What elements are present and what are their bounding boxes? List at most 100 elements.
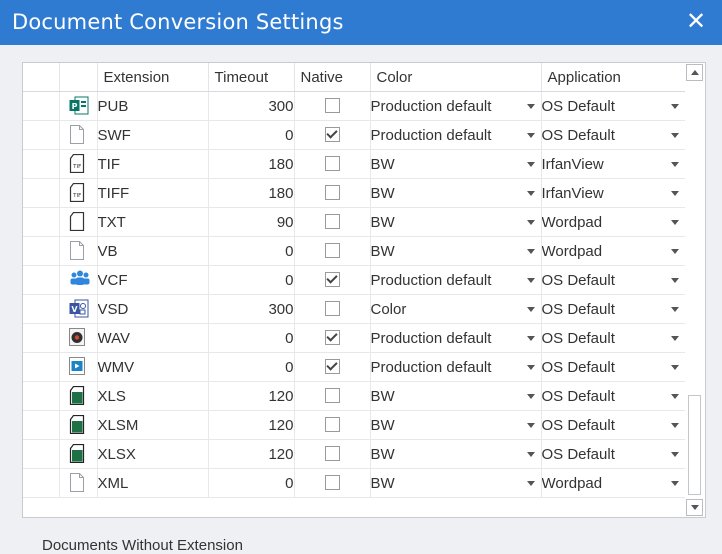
native-cell[interactable]: [294, 207, 371, 237]
column-header-extension[interactable]: Extension: [97, 63, 209, 92]
timeout-cell[interactable]: 120: [208, 381, 295, 411]
color-dropdown[interactable]: Production default: [370, 91, 542, 121]
table-row[interactable]: XML 0 BW Wordpad: [23, 468, 686, 498]
chevron-down-icon[interactable]: [670, 394, 679, 399]
timeout-cell[interactable]: 90: [208, 207, 295, 237]
native-checkbox[interactable]: [324, 214, 340, 230]
native-checkbox[interactable]: [324, 156, 340, 172]
chevron-down-icon[interactable]: [670, 249, 679, 254]
chevron-down-icon[interactable]: [670, 336, 679, 341]
native-checkbox[interactable]: [324, 185, 340, 201]
column-header-color[interactable]: Color: [370, 63, 542, 92]
application-dropdown[interactable]: OS Default: [541, 294, 686, 324]
row-indicator[interactable]: [23, 323, 60, 353]
scroll-up-button[interactable]: [686, 64, 703, 81]
native-checkbox[interactable]: [324, 475, 340, 491]
chevron-down-icon[interactable]: [526, 104, 535, 109]
row-indicator[interactable]: [23, 439, 60, 469]
color-dropdown[interactable]: Production default: [370, 265, 542, 295]
native-cell[interactable]: [294, 410, 371, 440]
timeout-cell[interactable]: 300: [208, 294, 295, 324]
table-row[interactable]: SWF 0 Production default OS Default: [23, 120, 686, 150]
table-row[interactable]: VB 0 BW Wordpad: [23, 236, 686, 266]
native-cell[interactable]: [294, 439, 371, 469]
scroll-down-button[interactable]: [686, 499, 703, 516]
color-dropdown[interactable]: BW: [370, 236, 542, 266]
chevron-down-icon[interactable]: [670, 307, 679, 312]
scrollbar-thumb[interactable]: [688, 395, 701, 495]
extension-cell[interactable]: PUB: [97, 91, 209, 121]
timeout-cell[interactable]: 0: [208, 352, 295, 382]
native-cell[interactable]: [294, 91, 371, 121]
timeout-cell[interactable]: 0: [208, 265, 295, 295]
application-dropdown[interactable]: OS Default: [541, 381, 686, 411]
chevron-down-icon[interactable]: [670, 162, 679, 167]
native-checkbox[interactable]: [324, 330, 340, 346]
extension-cell[interactable]: VCF: [97, 265, 209, 295]
chevron-down-icon[interactable]: [526, 162, 535, 167]
color-dropdown[interactable]: BW: [370, 207, 542, 237]
chevron-down-icon[interactable]: [526, 452, 535, 457]
extension-cell[interactable]: TIF: [97, 149, 209, 179]
application-dropdown[interactable]: IrfanView: [541, 178, 686, 208]
native-checkbox[interactable]: [324, 388, 340, 404]
table-row[interactable]: XLSX 120 BW OS Default: [23, 439, 686, 469]
application-dropdown[interactable]: Wordpad: [541, 468, 686, 498]
chevron-down-icon[interactable]: [526, 249, 535, 254]
chevron-down-icon[interactable]: [670, 365, 679, 370]
table-row[interactable]: WMV 0 Production default OS Default: [23, 352, 686, 382]
native-checkbox[interactable]: [324, 98, 340, 114]
table-row[interactable]: TXT 90 BW Wordpad: [23, 207, 686, 237]
timeout-cell[interactable]: 180: [208, 178, 295, 208]
extension-cell[interactable]: WMV: [97, 352, 209, 382]
chevron-down-icon[interactable]: [526, 365, 535, 370]
native-cell[interactable]: [294, 236, 371, 266]
chevron-down-icon[interactable]: [670, 278, 679, 283]
application-dropdown[interactable]: OS Default: [541, 91, 686, 121]
color-dropdown[interactable]: Production default: [370, 352, 542, 382]
extension-cell[interactable]: XML: [97, 468, 209, 498]
close-icon[interactable]: ✕: [684, 9, 708, 33]
extension-cell[interactable]: XLSM: [97, 410, 209, 440]
timeout-cell[interactable]: 0: [208, 323, 295, 353]
vertical-scrollbar[interactable]: [685, 63, 705, 517]
application-dropdown[interactable]: OS Default: [541, 120, 686, 150]
extension-cell[interactable]: TXT: [97, 207, 209, 237]
native-checkbox[interactable]: [324, 359, 340, 375]
table-row[interactable]: VCF 0 Production default OS Default: [23, 265, 686, 295]
table-row[interactable]: TIF TIF 180 BW IrfanView: [23, 149, 686, 179]
row-indicator[interactable]: [23, 410, 60, 440]
chevron-down-icon[interactable]: [670, 423, 679, 428]
timeout-cell[interactable]: 0: [208, 236, 295, 266]
application-dropdown[interactable]: OS Default: [541, 410, 686, 440]
native-cell[interactable]: [294, 149, 371, 179]
row-indicator[interactable]: [23, 352, 60, 382]
row-indicator[interactable]: [23, 468, 60, 498]
native-cell[interactable]: [294, 294, 371, 324]
table-row[interactable]: XLSM 120 BW OS Default: [23, 410, 686, 440]
extension-cell[interactable]: XLS: [97, 381, 209, 411]
extension-cell[interactable]: XLSX: [97, 439, 209, 469]
color-dropdown[interactable]: BW: [370, 410, 542, 440]
timeout-cell[interactable]: 300: [208, 91, 295, 121]
native-cell[interactable]: [294, 265, 371, 295]
chevron-down-icon[interactable]: [526, 133, 535, 138]
chevron-down-icon[interactable]: [670, 452, 679, 457]
native-cell[interactable]: [294, 178, 371, 208]
chevron-down-icon[interactable]: [526, 278, 535, 283]
table-row[interactable]: P PUB 300 Production default OS Default: [23, 91, 686, 121]
native-checkbox[interactable]: [324, 272, 340, 288]
extension-cell[interactable]: VSD: [97, 294, 209, 324]
chevron-down-icon[interactable]: [526, 336, 535, 341]
chevron-down-icon[interactable]: [526, 394, 535, 399]
color-dropdown[interactable]: Production default: [370, 120, 542, 150]
table-row[interactable]: TIF TIFF 180 BW IrfanView: [23, 178, 686, 208]
native-cell[interactable]: [294, 468, 371, 498]
chevron-down-icon[interactable]: [670, 191, 679, 196]
native-checkbox[interactable]: [324, 127, 340, 143]
color-dropdown[interactable]: BW: [370, 381, 542, 411]
color-dropdown[interactable]: Color: [370, 294, 542, 324]
row-indicator[interactable]: [23, 178, 60, 208]
chevron-down-icon[interactable]: [526, 481, 535, 486]
row-indicator[interactable]: [23, 149, 60, 179]
